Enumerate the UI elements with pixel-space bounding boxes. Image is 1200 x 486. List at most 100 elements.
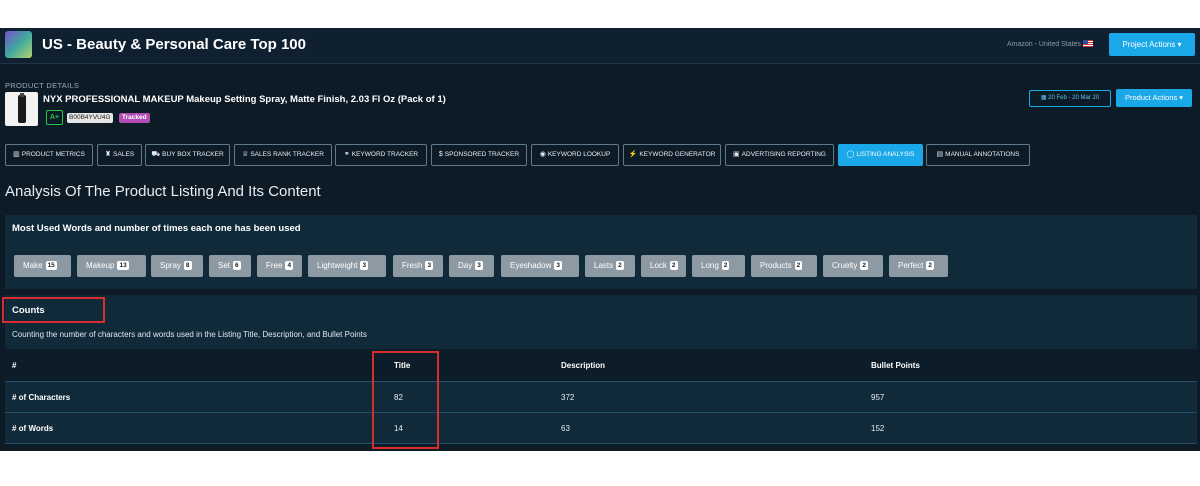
tab-label: BUY BOX TRACKER xyxy=(162,151,224,158)
tab-product-metrics[interactable]: ▥ PRODUCT METRICS xyxy=(5,144,93,166)
table-row: # of Characters 82 372 957 xyxy=(5,382,1197,413)
tab-label: MANUAL ANNOTATIONS xyxy=(945,151,1020,158)
page-title: Analysis Of The Product Listing And Its … xyxy=(5,183,321,200)
tab-label: SPONSORED TRACKER xyxy=(444,151,520,158)
word-count: 2 xyxy=(669,261,678,270)
dollar-icon: $ xyxy=(438,151,443,158)
word-count: 2 xyxy=(860,261,868,270)
words-heading: Most Used Words and number of times each… xyxy=(12,223,301,234)
word-chip: Day 3 xyxy=(449,255,494,277)
word-count: 3 xyxy=(475,261,483,270)
wand-icon: ⚡ xyxy=(628,151,638,158)
date-range-text: 20 Feb - 20 Mar 20 xyxy=(1048,95,1100,101)
word-chip: Fresh 3 xyxy=(393,255,443,277)
trophy-icon: ♕ xyxy=(242,151,249,158)
word-chip: Makeup 13 xyxy=(77,255,146,277)
tab-buy-box-tracker[interactable]: ⛟ BUY BOX TRACKER xyxy=(145,144,230,166)
most-used-words-panel: Most Used Words and number of times each… xyxy=(5,215,1197,289)
project-actions-button[interactable]: Project Actions ▾ xyxy=(1109,33,1195,56)
tab-sponsored-tracker[interactable]: $ SPONSORED TRACKER xyxy=(431,144,527,166)
word-chip: Free 4 xyxy=(257,255,302,277)
tab-keyword-generator[interactable]: ⚡ KEYWORD GENERATOR xyxy=(623,144,721,166)
tab-keyword-tracker[interactable]: ⚭ KEYWORD TRACKER xyxy=(335,144,427,166)
tab-label: ADVERTISING REPORTING xyxy=(741,151,826,158)
eye-icon: ◉ xyxy=(539,151,546,158)
word-label: Free xyxy=(266,261,283,270)
word-label: Lasts xyxy=(594,261,614,270)
us-flag-icon xyxy=(1082,40,1093,47)
marketplace-label: Amazon - United States xyxy=(1007,40,1093,48)
bullet-points-value: 152 xyxy=(871,423,885,433)
word-label: Spray xyxy=(160,261,181,270)
bullet-points-value: 957 xyxy=(871,392,885,402)
tab-label: KEYWORD GENERATOR xyxy=(639,151,716,158)
counts-table-header: # Title Description Bullet Points xyxy=(5,349,1197,382)
word-chip: Products 2 xyxy=(751,255,817,277)
word-count: 2 xyxy=(794,261,803,270)
description-value: 63 xyxy=(561,423,570,433)
word-count: 3 xyxy=(425,261,434,270)
word-label: Eyeshadow xyxy=(510,261,552,270)
tab-label: SALES xyxy=(113,151,135,158)
word-count: 2 xyxy=(616,261,624,270)
column-header-bullet-points: Bullet Points xyxy=(871,360,920,370)
tab-advertising-reporting[interactable]: ▣ ADVERTISING REPORTING xyxy=(725,144,834,166)
tab-manual-annotations[interactable]: ▤ MANUAL ANNOTATIONS xyxy=(926,144,1030,166)
word-label: Lightweight xyxy=(317,261,358,270)
word-label: Lock xyxy=(650,261,667,270)
word-count: 2 xyxy=(926,261,934,270)
title-column-highlight-box xyxy=(372,351,439,449)
product-image[interactable] xyxy=(5,92,38,126)
date-range-picker[interactable]: ▦ 20 Feb - 20 Mar 20 xyxy=(1029,90,1111,107)
bottle-shape xyxy=(18,93,26,123)
tracked-badge: Tracked xyxy=(119,113,150,123)
row-label: # of Characters xyxy=(12,392,71,402)
project-logo xyxy=(5,31,32,58)
column-header-hash: # xyxy=(12,360,17,370)
word-label: Makeup xyxy=(86,261,115,270)
word-label: Make xyxy=(23,261,43,270)
marketplace-text: Amazon - United States xyxy=(1007,41,1081,48)
tab-sales-rank-tracker[interactable]: ♕ SALES RANK TRACKER xyxy=(234,144,332,166)
top-header: US - Beauty & Personal Care Top 100 Amaz… xyxy=(0,28,1200,64)
counts-panel: Counts Counting the number of characters… xyxy=(5,295,1197,444)
asin-badge[interactable]: B00B4YVU4G xyxy=(67,113,113,123)
word-label: Perfect xyxy=(898,261,924,270)
word-count: 4 xyxy=(285,261,294,270)
word-count: 15 xyxy=(45,261,57,270)
product-details-label: PRODUCT DETAILS xyxy=(5,81,80,90)
word-label: Day xyxy=(458,261,473,270)
product-title[interactable]: NYX PROFESSIONAL MAKEUP Makeup Setting S… xyxy=(43,94,446,105)
tab-label: PRODUCT METRICS xyxy=(21,151,85,158)
tab-label: KEYWORD LOOKUP xyxy=(547,151,611,158)
word-chip: Lightweight 3 xyxy=(308,255,386,277)
word-chip: Perfect 2 xyxy=(889,255,948,277)
word-chip: Set 6 xyxy=(209,255,251,277)
word-label: Long xyxy=(701,261,719,270)
tab-keyword-lookup[interactable]: ◉ KEYWORD LOOKUP xyxy=(531,144,619,166)
app-window: US - Beauty & Personal Care Top 100 Amaz… xyxy=(0,28,1200,451)
word-count: 3 xyxy=(554,261,562,270)
word-chip: Lock 2 xyxy=(641,255,686,277)
word-count: 6 xyxy=(233,261,241,270)
word-label: Products xyxy=(760,261,792,270)
counts-description: Counting the number of characters and wo… xyxy=(12,330,367,339)
tab-listing-analysis[interactable]: ◯ LISTING ANALYSIS xyxy=(838,144,923,166)
tab-label: KEYWORD TRACKER xyxy=(351,151,419,158)
table-row: # of Words 14 63 152 xyxy=(5,413,1197,444)
bag-icon: ♜ xyxy=(104,151,112,158)
word-label: Cruelty xyxy=(832,261,858,270)
tab-label: LISTING ANALYSIS xyxy=(856,151,915,158)
binoculars-icon: ⚭ xyxy=(343,151,350,158)
description-value: 372 xyxy=(561,392,575,402)
word-count: 13 xyxy=(117,261,129,270)
product-actions-button[interactable]: Product Actions ▾ xyxy=(1116,89,1192,107)
word-chip: Cruelty 2 xyxy=(823,255,883,277)
row-label: # of Words xyxy=(12,423,54,433)
word-chip: Lasts 2 xyxy=(585,255,635,277)
tab-sales[interactable]: ♜ SALES xyxy=(97,144,142,166)
counts-highlight-box xyxy=(2,297,105,323)
word-chip: Eyeshadow 3 xyxy=(501,255,579,277)
word-chip: Make 15 xyxy=(14,255,71,277)
word-chip: Long 2 xyxy=(692,255,745,277)
